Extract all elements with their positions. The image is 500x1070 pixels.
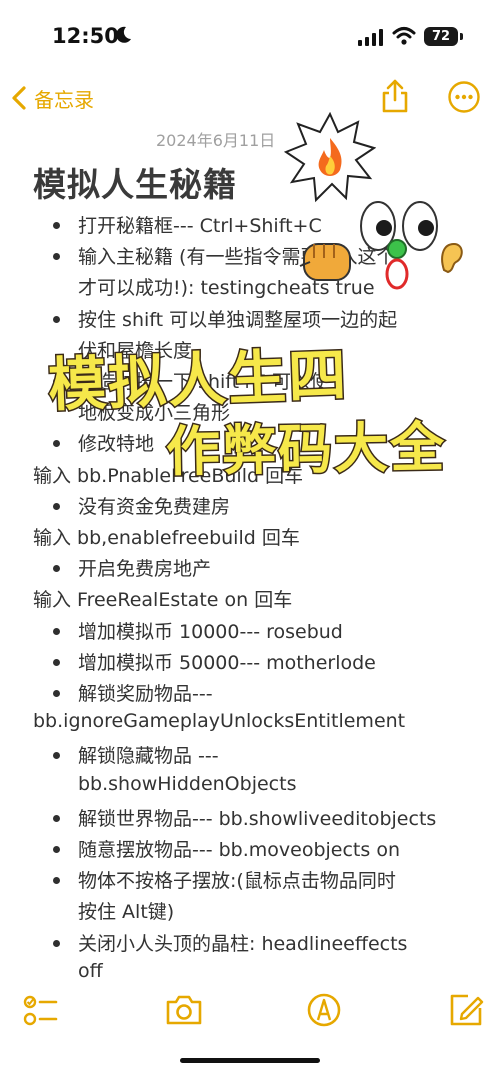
back-button[interactable]: 备忘录 xyxy=(10,82,94,114)
note-line: 输入 bb,enablefreebuild 回车 xyxy=(33,527,300,549)
status-bar: 12:50 72 xyxy=(0,0,500,70)
note-line: 增加模拟币 10000--- rosebud xyxy=(78,620,343,643)
chevron-left-icon xyxy=(12,86,26,110)
note-line: 输入 FreeRealEstate on 回车 xyxy=(33,589,293,612)
bullet-point xyxy=(53,253,60,261)
note-line: 解锁世界物品--- bb.showliveeditobjects xyxy=(78,807,437,830)
note-line: 按住 Alt键) xyxy=(78,901,175,924)
note-line: 建造时按一下 shift+F 可以使 xyxy=(78,371,329,393)
note-line: 伏和屋檐长度 xyxy=(78,339,193,362)
note-line: 增加模拟币 50000--- motherlode xyxy=(78,651,376,674)
note-line: 随意摆放物品--- bb.moveobjects on xyxy=(78,839,400,861)
fire-sticker-icon xyxy=(284,112,376,203)
bullet-point xyxy=(53,877,60,885)
note-line: 解锁奖励物品--- xyxy=(78,683,213,705)
bullet-point xyxy=(53,222,60,229)
bullet-point xyxy=(53,627,60,635)
bullet-point xyxy=(53,565,60,573)
wifi-icon xyxy=(392,27,416,45)
bullet-point xyxy=(53,939,60,947)
note-line: bb.ignoreGameplayUnlocksEntitlement xyxy=(33,710,406,733)
bullet-point xyxy=(53,440,60,448)
camera-icon[interactable] xyxy=(164,990,204,1030)
bottom-toolbar xyxy=(0,990,500,1040)
note-line: 地板变成小三角形 xyxy=(78,402,231,425)
note-line: 开启免费房地产 xyxy=(78,558,212,581)
note-line: 关闭小人头顶的晶柱: headlineeffects xyxy=(78,932,408,955)
note-line: 按住 shift 可以单独调整屋项一边的起 xyxy=(78,308,398,331)
moon-icon xyxy=(116,26,131,43)
status-time: 12:50 xyxy=(52,24,119,48)
more-options-icon[interactable] xyxy=(447,80,481,114)
battery-level: 72 xyxy=(431,29,451,44)
note-line: bb.showHiddenObjects xyxy=(78,772,297,795)
note-line: 没有资金免费建房 xyxy=(78,495,231,518)
markup-pen-icon[interactable] xyxy=(304,990,344,1030)
battery-tip xyxy=(460,33,463,40)
note-line: 物体不按格子摆放:(鼠标点击物品同时 xyxy=(78,870,396,893)
checklist-icon[interactable] xyxy=(20,990,60,1030)
bullet-point xyxy=(53,846,60,853)
note-date: 2024年6月11日 xyxy=(156,131,276,150)
back-button-label: 备忘录 xyxy=(34,87,94,112)
share-icon[interactable] xyxy=(378,78,412,114)
note-title: 模拟人生秘籍 xyxy=(33,165,237,204)
note-line: 打开秘籍框--- Ctrl+Shift+C xyxy=(78,215,322,237)
battery-icon: 72 xyxy=(424,27,458,46)
note-line: 才可以成功!): testingcheats true xyxy=(78,277,375,300)
cellular-signal-icon xyxy=(358,29,383,46)
note-line: 输入主秘籍 (有一些指令需要输入这个 xyxy=(78,246,396,269)
bullet-point xyxy=(53,378,60,385)
bullet-point xyxy=(53,658,60,666)
ear-sticker-icon xyxy=(441,242,463,274)
bullet-point xyxy=(53,752,60,760)
bullet-point xyxy=(53,315,60,323)
bullet-point xyxy=(53,690,60,697)
note-line: off xyxy=(78,959,103,982)
bullet-point xyxy=(53,502,60,510)
bullet-point xyxy=(53,814,60,822)
note-line: 输入 bb.PnableFreeBuild 回车 xyxy=(33,464,304,487)
note-line: 修改特地 xyxy=(78,433,155,456)
home-indicator xyxy=(180,1058,320,1063)
compose-icon[interactable] xyxy=(446,990,486,1030)
note-line: 解锁隐藏物品 --- xyxy=(78,745,219,768)
